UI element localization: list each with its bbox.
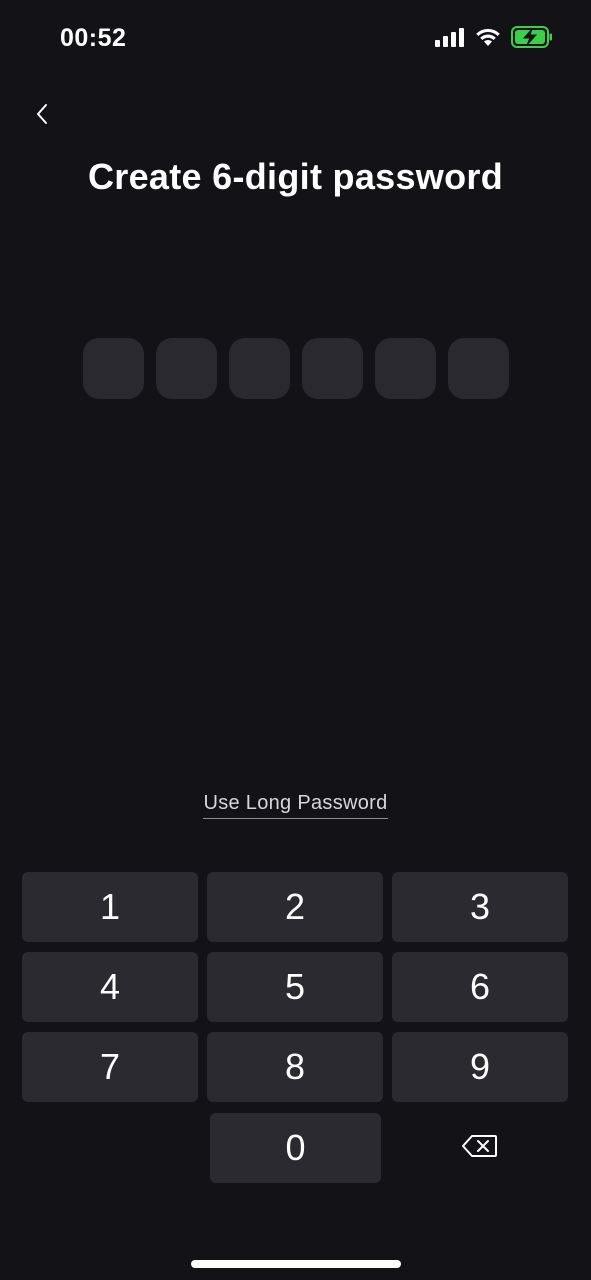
key-3[interactable]: 3 xyxy=(392,872,568,942)
key-9[interactable]: 9 xyxy=(392,1032,568,1102)
status-bar: 00:52 xyxy=(0,0,591,80)
cellular-signal-icon xyxy=(435,27,465,52)
pin-digit-6 xyxy=(448,338,509,399)
key-0[interactable]: 0 xyxy=(210,1113,381,1183)
pin-input[interactable] xyxy=(83,338,509,399)
use-long-password-container: Use Long Password xyxy=(0,792,591,819)
back-button[interactable] xyxy=(22,96,62,136)
battery-charging-icon xyxy=(511,26,553,53)
chevron-left-icon xyxy=(34,102,50,131)
status-time: 00:52 xyxy=(60,24,127,52)
delete-button[interactable] xyxy=(392,1113,568,1183)
backspace-icon xyxy=(462,1134,498,1163)
pin-digit-2 xyxy=(156,338,217,399)
status-icons xyxy=(435,26,553,53)
key-7[interactable]: 7 xyxy=(22,1032,198,1102)
home-indicator xyxy=(191,1260,401,1268)
key-5[interactable]: 5 xyxy=(207,952,383,1022)
pin-digit-1 xyxy=(83,338,144,399)
use-long-password-link[interactable]: Use Long Password xyxy=(203,792,388,819)
pin-digit-3 xyxy=(229,338,290,399)
wifi-icon xyxy=(475,27,501,52)
key-2[interactable]: 2 xyxy=(207,872,383,942)
key-4[interactable]: 4 xyxy=(22,952,198,1022)
page-title: Create 6-digit password xyxy=(88,156,503,197)
key-6[interactable]: 6 xyxy=(392,952,568,1022)
key-1[interactable]: 1 xyxy=(22,872,198,942)
key-8[interactable]: 8 xyxy=(207,1032,383,1102)
pin-digit-4 xyxy=(302,338,363,399)
pin-digit-5 xyxy=(375,338,436,399)
